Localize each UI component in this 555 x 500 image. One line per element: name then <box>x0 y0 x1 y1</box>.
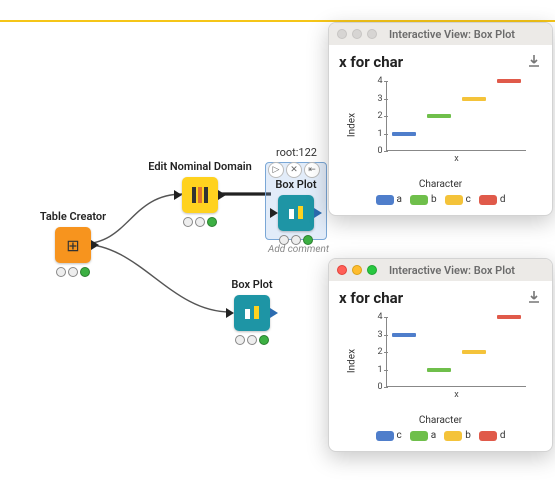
view-panel-boxplot-1[interactable]: Interactive View: Box Plot x for char In… <box>328 22 553 216</box>
input-port[interactable] <box>226 308 234 318</box>
node-label: Edit Nominal Domain <box>140 160 260 173</box>
y-axis-label: Index <box>346 349 357 373</box>
close-icon[interactable] <box>337 29 347 39</box>
legend-item: a <box>410 430 436 441</box>
zoom-icon[interactable] <box>367 265 377 275</box>
legend-item: d <box>479 430 506 441</box>
legend-item: d <box>479 194 506 205</box>
legend-label: a <box>431 430 436 441</box>
legend-item: b <box>410 194 437 205</box>
legend-label: c <box>397 430 402 441</box>
legend-swatch <box>376 431 394 441</box>
data-bar <box>462 97 487 101</box>
window-controls[interactable] <box>337 29 377 39</box>
plot-region: 01234x <box>386 317 526 387</box>
y-tick: 4 <box>369 76 383 86</box>
chart-area-2: Index 01234x <box>346 311 536 411</box>
panel-titlebar[interactable]: Interactive View: Box Plot <box>329 259 552 281</box>
legend-item: a <box>376 194 402 205</box>
data-bar <box>497 315 522 319</box>
y-tick: 0 <box>369 146 383 156</box>
node-label: Box Plot <box>266 178 326 191</box>
data-bar <box>497 79 522 83</box>
legend-swatch <box>444 431 462 441</box>
data-bar <box>427 114 452 118</box>
legend-label: b <box>431 194 437 205</box>
boxplot-icon <box>234 295 270 331</box>
data-bar <box>392 333 417 337</box>
node-table-creator[interactable]: Table Creator ⊞ <box>28 210 118 277</box>
node-label: Table Creator <box>28 210 118 223</box>
output-port[interactable] <box>91 240 99 250</box>
root-id-label: root:122 <box>276 146 317 159</box>
status-lights <box>140 217 260 227</box>
minimize-icon[interactable] <box>352 29 362 39</box>
node-box-plot-bottom[interactable]: Box Plot <box>222 278 282 345</box>
status-lights <box>28 267 118 277</box>
y-tick: 4 <box>369 312 383 322</box>
legend-swatch <box>410 195 428 205</box>
x-tick: x <box>454 154 458 164</box>
x-tick: x <box>454 390 458 400</box>
legend-swatch <box>445 195 463 205</box>
chart-title: x for char <box>339 289 542 307</box>
window-controls[interactable] <box>337 265 377 275</box>
legend-label: d <box>500 430 506 441</box>
input-port[interactable] <box>270 208 278 218</box>
legend-swatch <box>479 195 497 205</box>
status-lights <box>222 335 282 345</box>
data-bar <box>427 368 452 372</box>
legend-item: c <box>445 194 471 205</box>
data-bar <box>392 132 417 136</box>
legend-item: b <box>444 430 471 441</box>
y-tick: 2 <box>369 347 383 357</box>
download-icon[interactable] <box>526 53 542 73</box>
panel-titlebar[interactable]: Interactive View: Box Plot <box>329 23 552 45</box>
plot-region: 01234x <box>386 81 526 151</box>
y-axis-label: Index <box>346 113 357 137</box>
close-icon[interactable] <box>337 265 347 275</box>
workflow-canvas[interactable]: Table Creator ⊞ Edit Nominal Domain root… <box>0 22 555 500</box>
legend-swatch <box>376 195 394 205</box>
data-bar <box>462 350 487 354</box>
image-output-port[interactable] <box>314 208 322 218</box>
app-topbar <box>0 0 555 22</box>
legend-label: a <box>397 194 402 205</box>
download-icon[interactable] <box>526 289 542 309</box>
y-tick: 3 <box>369 94 383 104</box>
chart-area-1: Index 01234x <box>346 75 536 175</box>
legend-swatch <box>479 431 497 441</box>
x-axis-label: Character <box>339 179 542 190</box>
boxplot-icon <box>278 195 314 231</box>
chart-title: x for char <box>339 53 542 71</box>
table-icon: ⊞ <box>55 227 91 263</box>
y-tick: 0 <box>369 382 383 392</box>
add-comment-hint[interactable]: Add comment <box>268 244 329 255</box>
output-port[interactable] <box>218 190 226 200</box>
zoom-icon[interactable] <box>367 29 377 39</box>
y-tick: 1 <box>369 365 383 375</box>
view-panel-boxplot-2[interactable]: Interactive View: Box Plot x for char In… <box>328 258 553 452</box>
panel-title-text: Interactive View: Box Plot <box>389 264 515 277</box>
legend-2: cabd <box>339 430 542 441</box>
minimize-icon[interactable] <box>352 265 362 275</box>
node-edit-nominal-domain[interactable]: Edit Nominal Domain <box>140 160 260 227</box>
legend-label: d <box>500 194 506 205</box>
node-label: Box Plot <box>222 278 282 291</box>
legend-swatch <box>410 431 428 441</box>
legend-item: c <box>376 430 402 441</box>
legend-1: a b c d <box>339 194 542 205</box>
input-port[interactable] <box>174 190 182 200</box>
x-axis-label: Character <box>339 415 542 426</box>
y-tick: 1 <box>369 129 383 139</box>
node-box-plot-top[interactable]: Box Plot <box>266 162 326 245</box>
legend-label: b <box>465 430 471 441</box>
image-output-port[interactable] <box>270 308 278 318</box>
y-tick: 2 <box>369 111 383 121</box>
legend-label: c <box>466 194 471 205</box>
panel-title-text: Interactive View: Box Plot <box>389 28 515 41</box>
y-tick: 3 <box>369 330 383 340</box>
columns-icon <box>182 177 218 213</box>
